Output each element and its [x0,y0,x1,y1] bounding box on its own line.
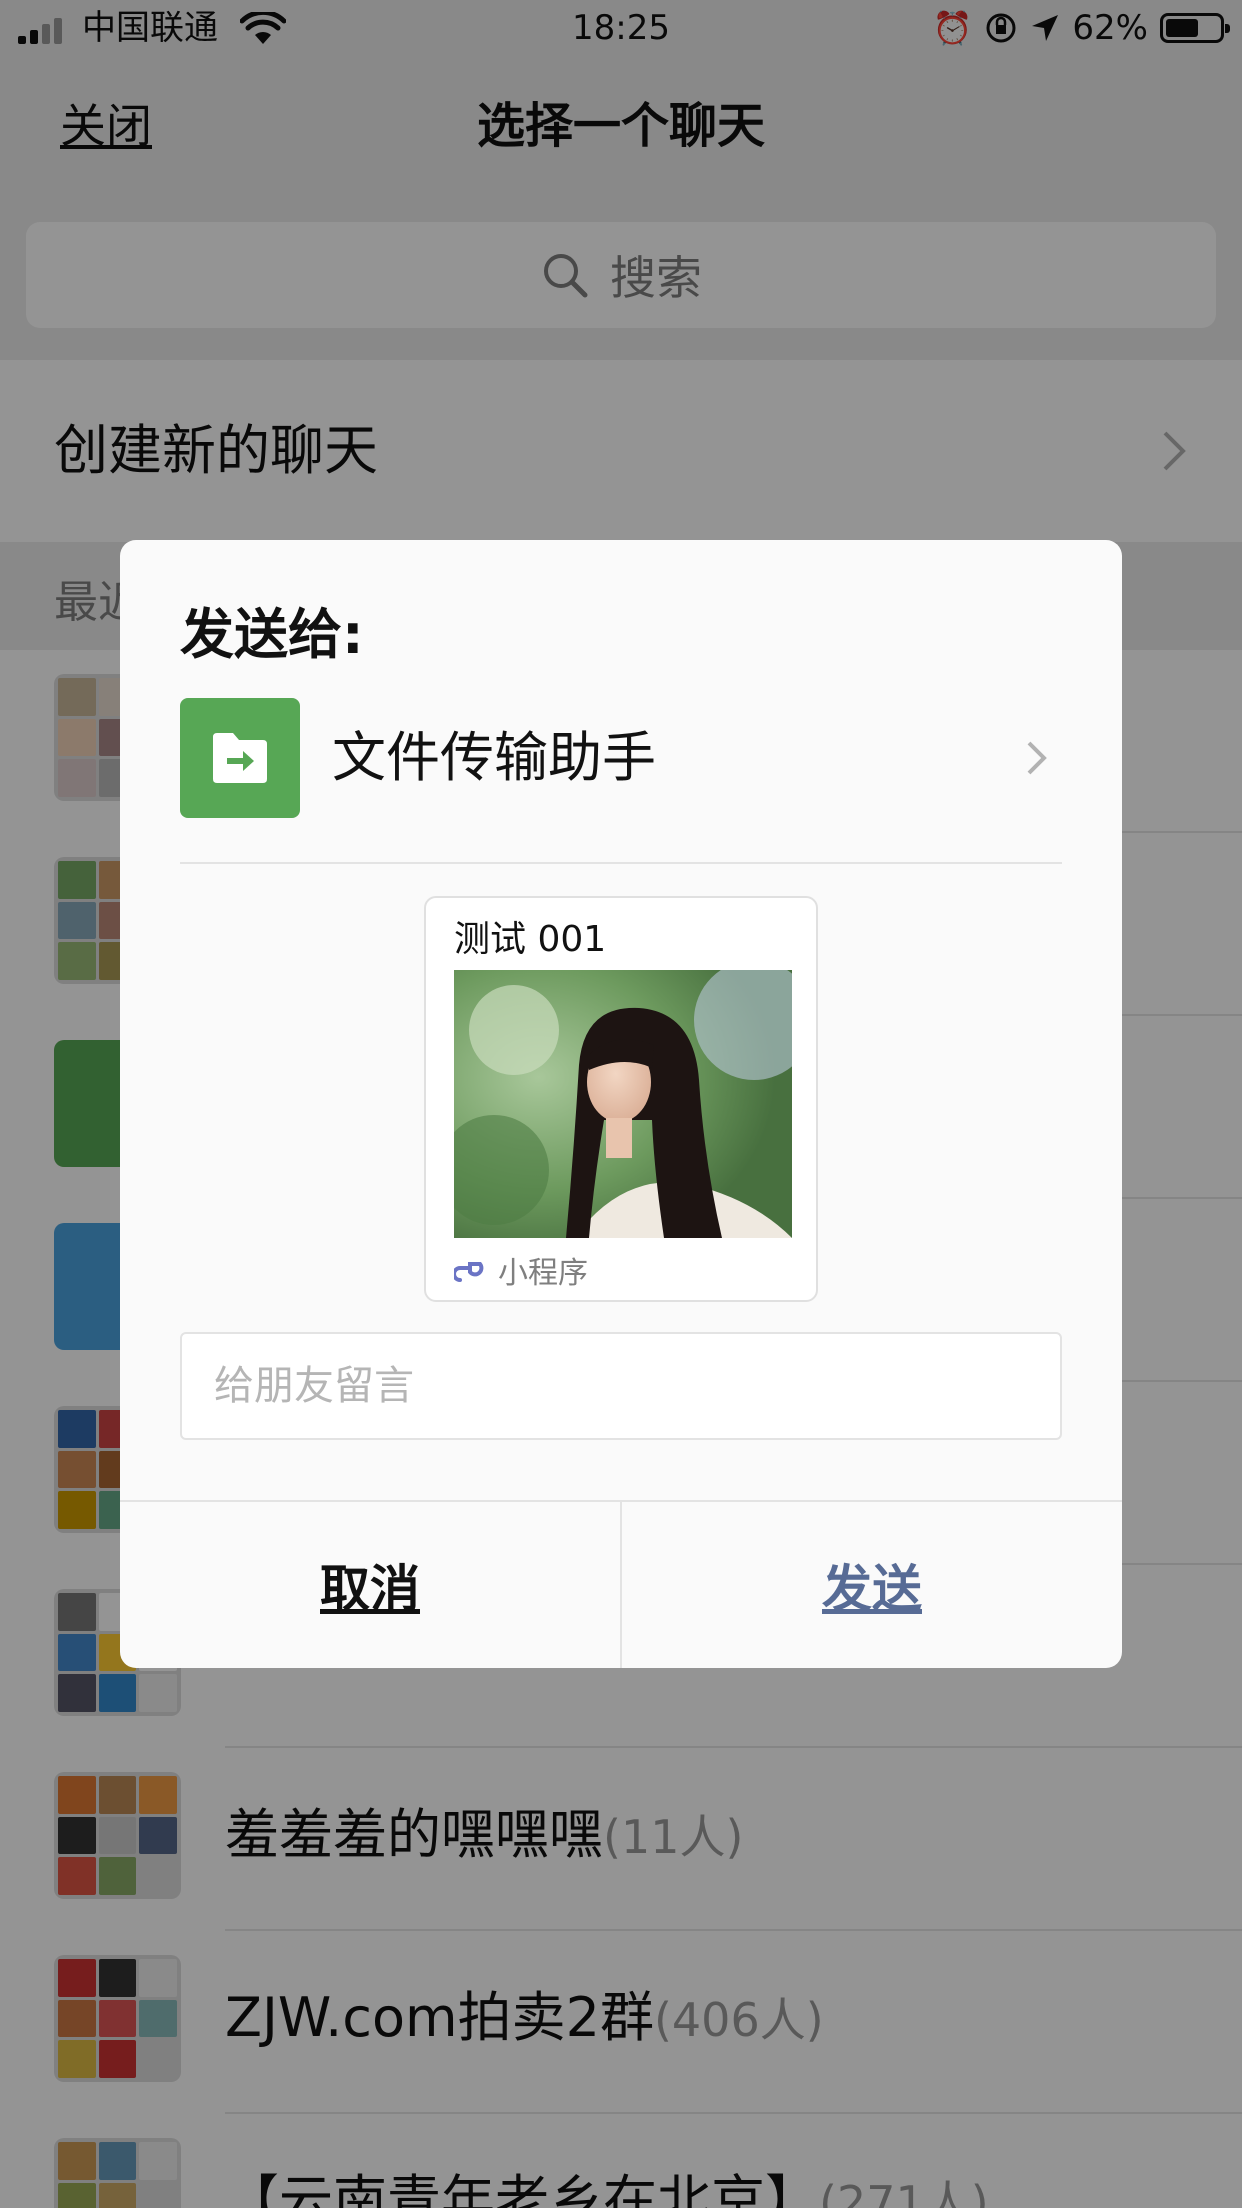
send-button[interactable]: 发送 [622,1502,1122,1668]
recipient-name: 文件传输助手 [332,726,656,789]
send-dialog: 发送给: 文件传输助手 测试 001 小程序 给朋友留言 取消 发送 [120,540,1122,1668]
message-input[interactable] [180,1332,1062,1440]
dialog-title: 发送给: [180,603,364,666]
card-thumbnail [454,970,792,1238]
file-transfer-icon [180,698,300,818]
mini-program-icon [454,1262,484,1282]
card-title: 测试 001 [454,919,607,960]
card-source-label: 小程序 [498,1256,588,1291]
recipient-row[interactable]: 文件传输助手 [180,698,1062,818]
cancel-button[interactable]: 取消 [120,1502,620,1668]
chevron-right-icon [1027,741,1047,775]
mini-program-card: 测试 001 小程序 [424,896,818,1302]
divider [180,862,1062,864]
card-source: 小程序 [454,1248,588,1292]
